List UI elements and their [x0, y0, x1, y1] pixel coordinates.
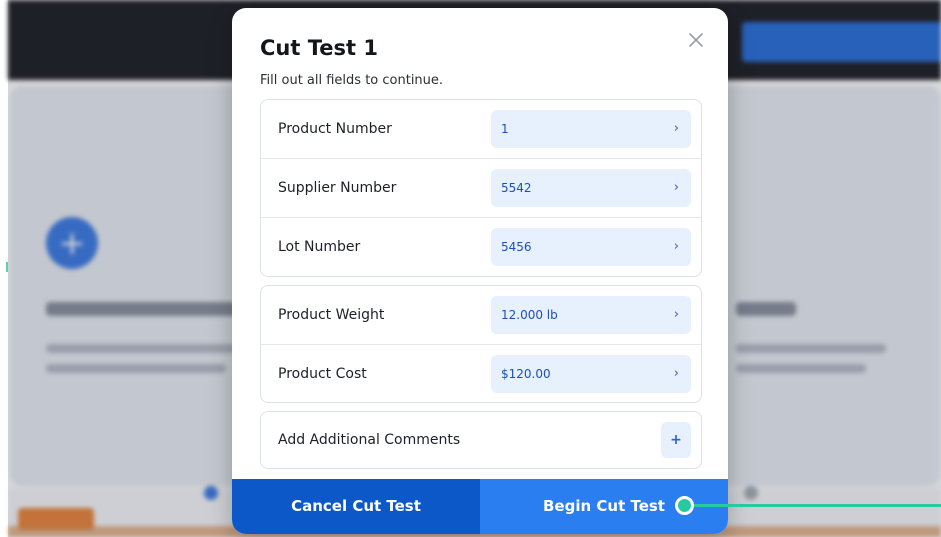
supplier-number-label: Supplier Number — [278, 180, 397, 196]
chevron-right-icon: › — [673, 366, 679, 381]
lot-number-row[interactable]: Lot Number 5456 › — [261, 218, 701, 277]
cut-test-modal: Cut Test 1 Fill out all fields to contin… — [232, 8, 728, 534]
product-fields-card: Product Weight 12.000 lb › Product Cost … — [260, 285, 702, 403]
lot-number-field[interactable]: 5456 › — [491, 228, 691, 266]
modal-title: Cut Test 1 — [260, 36, 378, 60]
product-weight-value: 12.000 lb — [501, 308, 558, 322]
product-weight-row[interactable]: Product Weight 12.000 lb › — [261, 286, 701, 345]
product-cost-value: $120.00 — [501, 367, 551, 381]
product-number-label: Product Number — [278, 121, 392, 137]
callout-line — [684, 504, 941, 507]
chevron-right-icon: › — [673, 307, 679, 322]
chevron-right-icon: › — [673, 121, 679, 136]
callout-dot — [675, 496, 694, 515]
supplier-number-field[interactable]: 5542 › — [491, 169, 691, 207]
chevron-right-icon: › — [673, 239, 679, 254]
comments-card[interactable]: Add Additional Comments + — [260, 411, 702, 469]
product-number-value: 1 — [501, 122, 509, 136]
modal-footer: Cancel Cut Test Begin Cut Test — [232, 479, 728, 534]
cancel-cut-test-button[interactable]: Cancel Cut Test — [232, 479, 480, 534]
product-weight-field[interactable]: 12.000 lb › — [491, 296, 691, 334]
product-cost-label: Product Cost — [278, 366, 367, 382]
close-icon[interactable] — [684, 28, 708, 52]
identification-fields-card: Product Number 1 › Supplier Number 5542 … — [260, 99, 702, 277]
add-comment-plus-icon[interactable]: + — [661, 422, 691, 458]
product-number-row[interactable]: Product Number 1 › — [261, 100, 701, 159]
supplier-number-value: 5542 — [501, 181, 532, 195]
product-cost-field[interactable]: $120.00 › — [491, 355, 691, 393]
add-comments-label: Add Additional Comments — [278, 432, 461, 448]
supplier-number-row[interactable]: Supplier Number 5542 › — [261, 159, 701, 218]
lot-number-label: Lot Number — [278, 239, 361, 255]
modal-subtitle: Fill out all fields to continue. — [260, 73, 444, 88]
product-cost-row[interactable]: Product Cost $120.00 › — [261, 345, 701, 404]
chevron-right-icon: › — [673, 180, 679, 195]
lot-number-value: 5456 — [501, 240, 532, 254]
edge-marker — [6, 262, 8, 272]
product-weight-label: Product Weight — [278, 307, 385, 323]
product-number-field[interactable]: 1 › — [491, 110, 691, 148]
